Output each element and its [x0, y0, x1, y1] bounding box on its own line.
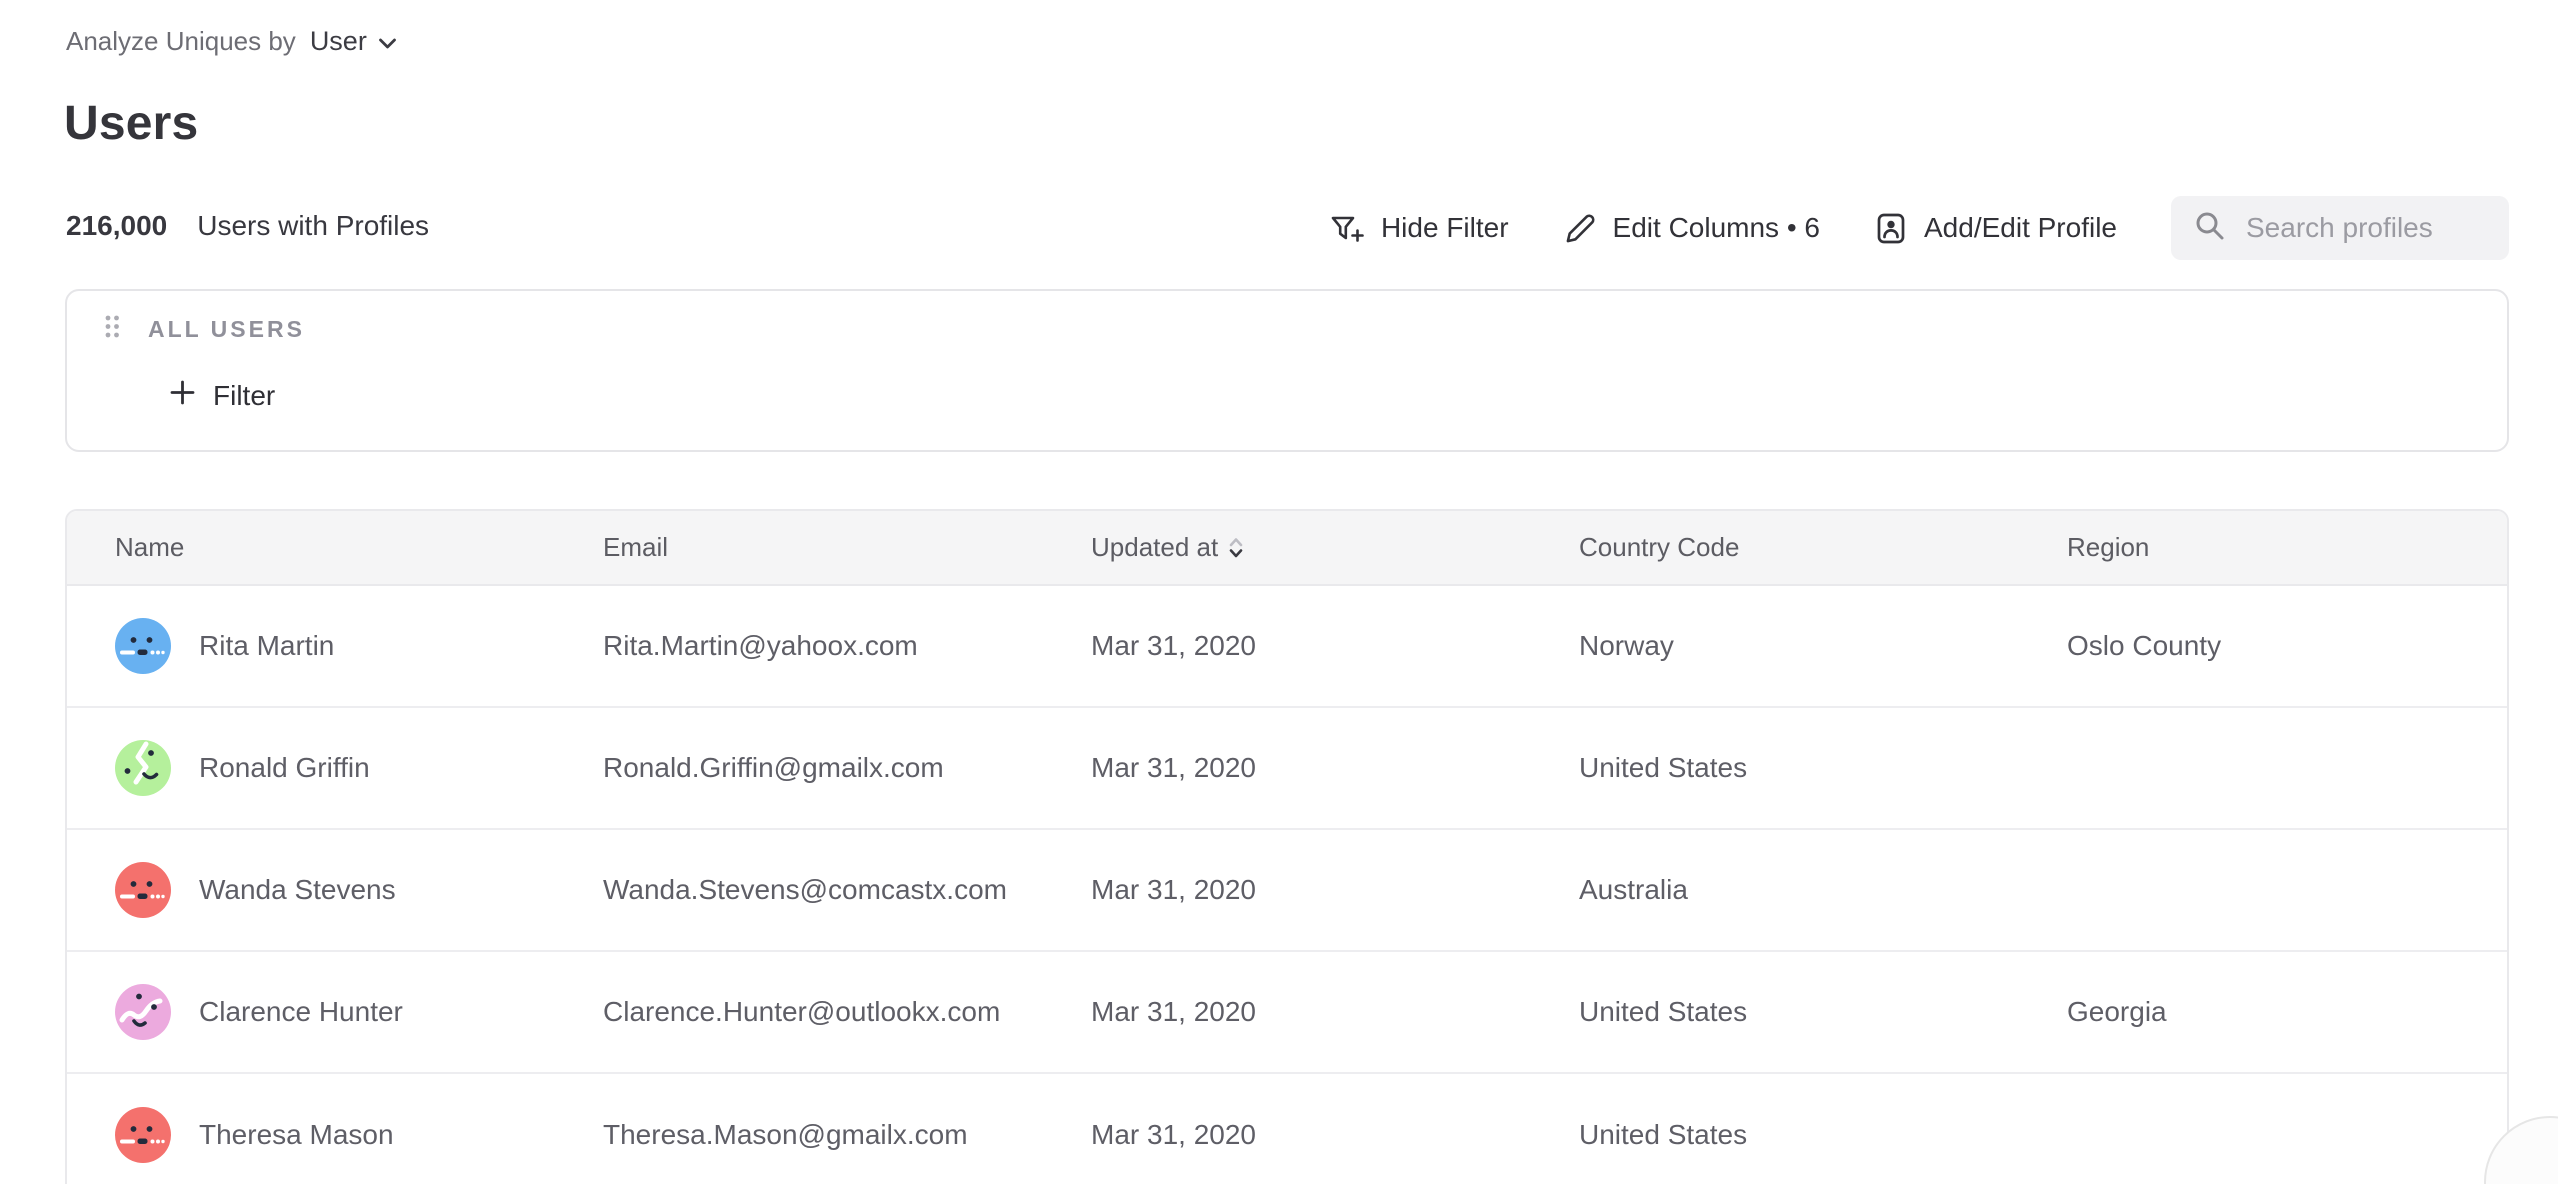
user-country: Norway: [1531, 585, 2019, 707]
user-avatar: [115, 1107, 171, 1163]
user-region: [2019, 1073, 2507, 1184]
add-filter-button[interactable]: Filter: [169, 379, 275, 413]
table-row[interactable]: Ronald Griffin Ronald.Griffin@gmailx.com…: [67, 707, 2507, 829]
drag-handle-icon[interactable]: [103, 313, 122, 345]
profile-card-icon: [1874, 211, 1908, 246]
search-profiles-box[interactable]: [2171, 196, 2509, 260]
user-updated-at: Mar 31, 2020: [1043, 829, 1531, 951]
user-email: Wanda.Stevens@comcastx.com: [555, 829, 1043, 951]
user-avatar: [115, 862, 171, 918]
sort-icon[interactable]: [1228, 534, 1244, 561]
user-name: Rita Martin: [199, 630, 334, 662]
profiles-count-row: 216,000 Users with Profiles: [66, 210, 429, 242]
hide-filter-button[interactable]: Hide Filter: [1328, 211, 1509, 245]
user-country: United States: [1531, 1073, 2019, 1184]
user-updated-at: Mar 31, 2020: [1043, 1073, 1531, 1184]
profiles-count: 216,000: [66, 210, 167, 242]
analyze-uniques-label: Analyze Uniques by: [66, 26, 296, 57]
add-edit-profile-button[interactable]: Add/Edit Profile: [1874, 211, 2117, 246]
chevron-down-icon: [378, 26, 397, 57]
user-name: Ronald Griffin: [199, 752, 370, 784]
user-updated-at: Mar 31, 2020: [1043, 707, 1531, 829]
toolbar: Hide Filter Edit Columns • 6 Add/Edit Pr…: [1328, 196, 2509, 260]
user-country: United States: [1531, 707, 2019, 829]
table-row[interactable]: Wanda Stevens Wanda.Stevens@comcastx.com…: [67, 829, 2507, 951]
add-edit-profile-label: Add/Edit Profile: [1924, 212, 2117, 244]
table-body: Rita Martin Rita.Martin@yahoox.com Mar 3…: [67, 585, 2507, 1184]
column-header-email[interactable]: Email: [555, 511, 1043, 585]
user-avatar: [115, 740, 171, 796]
hide-filter-label: Hide Filter: [1381, 212, 1509, 244]
page-title: Users: [64, 96, 198, 151]
analyze-uniques-dropdown[interactable]: User: [310, 26, 397, 57]
users-page: Analyze Uniques by User Users 216,000 Us…: [0, 0, 2558, 1184]
user-region: Georgia: [2019, 951, 2507, 1073]
table-row[interactable]: Clarence Hunter Clarence.Hunter@outlookx…: [67, 951, 2507, 1073]
profiles-count-label: Users with Profiles: [197, 210, 429, 242]
user-updated-at: Mar 31, 2020: [1043, 585, 1531, 707]
column-header-country-code[interactable]: Country Code: [1531, 511, 2019, 585]
user-avatar: [115, 984, 171, 1040]
edit-columns-label: Edit Columns • 6: [1613, 212, 1820, 244]
users-table: NameEmailUpdated atCountry CodeRegion Ri…: [65, 509, 2509, 1184]
pencil-icon: [1563, 211, 1597, 245]
add-filter-label: Filter: [213, 380, 275, 412]
search-profiles-input[interactable]: [2244, 211, 2494, 245]
user-name: Wanda Stevens: [199, 874, 396, 906]
magnifier-icon: [2193, 209, 2226, 247]
user-email: Rita.Martin@yahoox.com: [555, 585, 1043, 707]
edit-columns-button[interactable]: Edit Columns • 6: [1563, 211, 1820, 245]
filter-group-row: ALL USERS: [103, 313, 305, 345]
column-header-name[interactable]: Name: [67, 511, 555, 585]
filter-panel: ALL USERS Filter: [65, 289, 2509, 452]
column-header-updated-at[interactable]: Updated at: [1043, 511, 1531, 585]
user-country: Australia: [1531, 829, 2019, 951]
filter-group-label: ALL USERS: [148, 316, 305, 343]
table-row[interactable]: Theresa Mason Theresa.Mason@gmailx.com M…: [67, 1073, 2507, 1184]
user-region: Oslo County: [2019, 585, 2507, 707]
funnel-plus-icon: [1328, 211, 1365, 245]
user-region: [2019, 829, 2507, 951]
analyze-uniques-row: Analyze Uniques by User: [66, 26, 397, 57]
table-header-row: NameEmailUpdated atCountry CodeRegion: [67, 511, 2507, 585]
user-email: Clarence.Hunter@outlookx.com: [555, 951, 1043, 1073]
user-avatar: [115, 618, 171, 674]
user-email: Theresa.Mason@gmailx.com: [555, 1073, 1043, 1184]
user-name: Clarence Hunter: [199, 996, 403, 1028]
user-name: Theresa Mason: [199, 1119, 394, 1151]
user-updated-at: Mar 31, 2020: [1043, 951, 1531, 1073]
plus-icon: [169, 379, 196, 413]
user-email: Ronald.Griffin@gmailx.com: [555, 707, 1043, 829]
analyze-uniques-value: User: [310, 26, 367, 57]
column-header-region[interactable]: Region: [2019, 511, 2507, 585]
table-row[interactable]: Rita Martin Rita.Martin@yahoox.com Mar 3…: [67, 585, 2507, 707]
user-country: United States: [1531, 951, 2019, 1073]
user-region: [2019, 707, 2507, 829]
